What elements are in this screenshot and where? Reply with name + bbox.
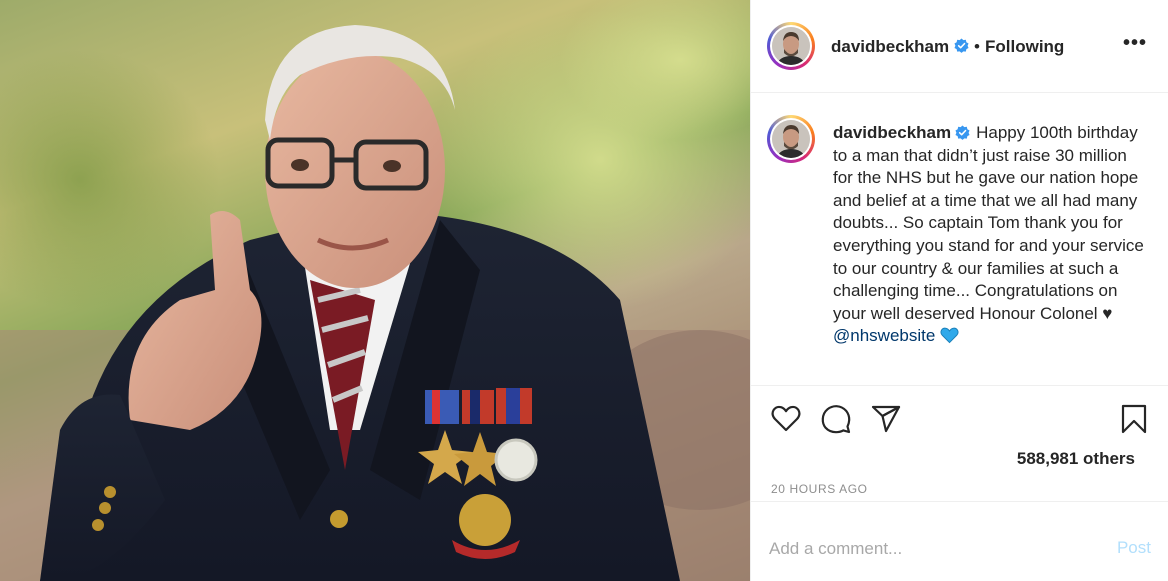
post-photo[interactable] [0, 0, 750, 581]
verified-badge-icon [954, 38, 969, 53]
avatar-photo [772, 27, 810, 65]
like-button[interactable] [769, 402, 803, 436]
verified-badge-icon [955, 125, 970, 140]
comment-icon [821, 405, 851, 434]
save-button[interactable] [1117, 402, 1151, 436]
heart-icon [771, 405, 801, 432]
post-comment-button[interactable]: Post [1117, 538, 1151, 558]
separator-dot: • [974, 37, 980, 56]
post-timestamp[interactable]: 20 HOURS AGO [771, 482, 868, 496]
caption-avatar[interactable] [767, 115, 815, 163]
comment-form: Post [751, 516, 1168, 581]
blue-heart-icon [940, 328, 959, 344]
following-button[interactable]: Following [985, 37, 1064, 57]
author-username[interactable]: davidbeckham [831, 37, 949, 57]
share-icon [871, 405, 901, 433]
share-button[interactable] [869, 402, 903, 436]
caption-body: Happy 100th birthday to a man that didn’… [833, 123, 1144, 323]
caption-username[interactable]: davidbeckham [833, 123, 951, 142]
post-caption: davidbeckham Happy 100th birthday to a m… [751, 93, 1168, 386]
post-sidebar: davidbeckham • Following ••• davidbeckha… [750, 0, 1168, 581]
more-options-icon[interactable]: ••• [1123, 32, 1147, 55]
caption-text: davidbeckham Happy 100th birthday to a m… [833, 122, 1145, 348]
bookmark-icon [1121, 404, 1147, 434]
avatar-photo [772, 120, 810, 158]
post-photo-illustration [0, 0, 750, 581]
post-header: davidbeckham • Following ••• [751, 0, 1168, 93]
comment-button[interactable] [819, 402, 853, 436]
mention-link[interactable]: @nhswebsite [833, 326, 935, 345]
comment-input[interactable] [769, 534, 1069, 564]
post-actions: 588,981 others 20 HOURS AGO [751, 386, 1168, 502]
author-avatar[interactable] [767, 22, 815, 70]
likes-count[interactable]: 588,981 others [1017, 449, 1135, 469]
